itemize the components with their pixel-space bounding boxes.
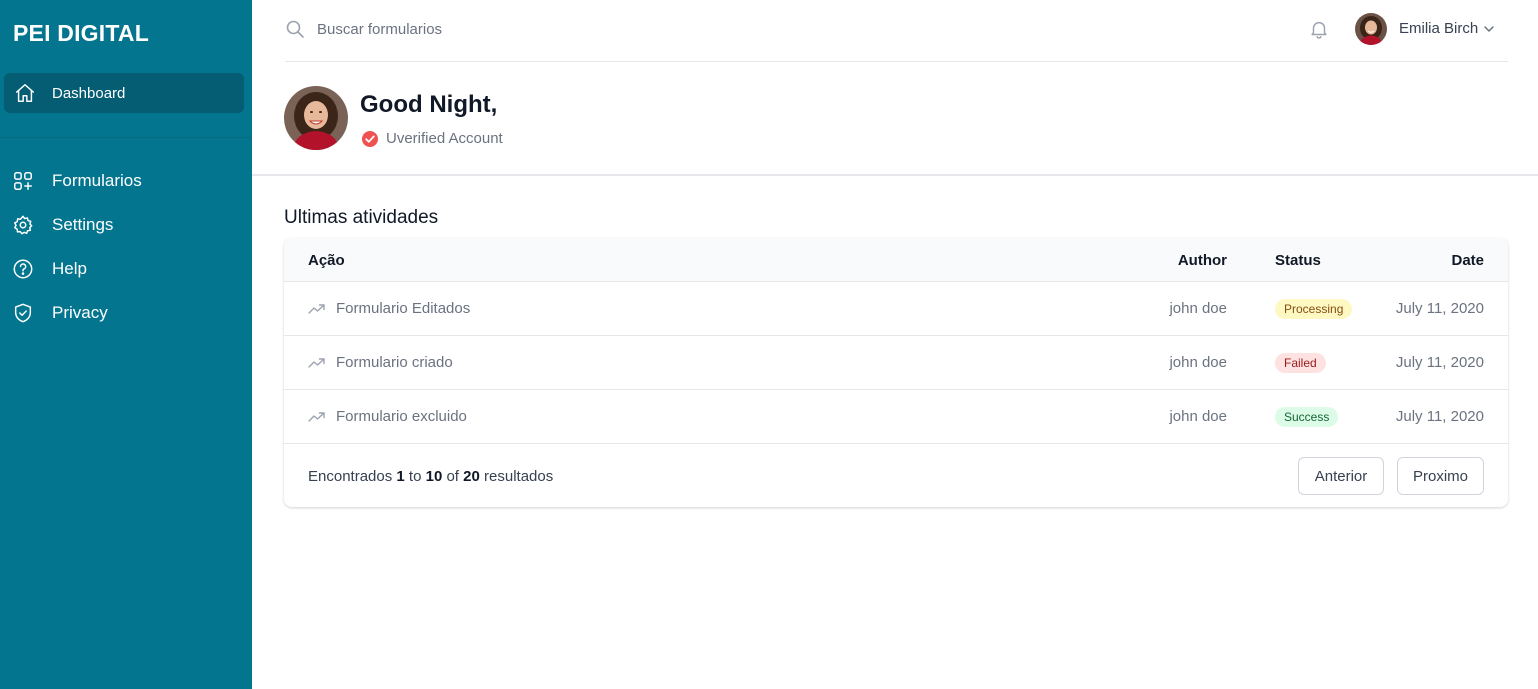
sidebar-item-help[interactable]: Help: [0, 251, 252, 287]
sidebar-item-label: Privacy: [52, 303, 108, 322]
table-header: Ação Author Status Date: [284, 238, 1508, 282]
row-author: john doe: [1169, 408, 1227, 425]
greeting-title: Good Night,: [360, 91, 498, 118]
verification-status: Uverified Account: [386, 130, 503, 147]
row-date: July 11, 2020: [1395, 354, 1484, 371]
previous-page-button[interactable]: Anterior: [1298, 457, 1384, 495]
row-date: July 11, 2020: [1395, 408, 1484, 425]
row-action: Formulario criado: [336, 354, 453, 371]
table-row[interactable]: Formulario Editados john doe Processing …: [284, 282, 1508, 336]
check-circle-icon: [361, 130, 379, 148]
column-header-action: Ação: [308, 252, 345, 269]
row-action: Formulario Editados: [336, 300, 471, 317]
sidebar: PEI DIGITAL Dashboard Formularios Settin…: [0, 0, 252, 689]
sidebar-item-dashboard[interactable]: Dashboard: [4, 73, 244, 113]
topbar-divider: [285, 61, 1508, 62]
sidebar-item-settings[interactable]: Settings: [0, 207, 252, 243]
bell-icon[interactable]: [1308, 18, 1330, 40]
sidebar-item-formularios[interactable]: Formularios: [0, 163, 252, 199]
search-input[interactable]: [317, 17, 617, 41]
column-header-status: Status: [1275, 252, 1321, 269]
table-row[interactable]: Formulario excluido john doe Success Jul…: [284, 390, 1508, 444]
section-title: Ultimas atividades: [284, 207, 439, 228]
status-badge: Failed: [1275, 353, 1326, 373]
header-divider: [252, 174, 1538, 176]
column-header-date: Date: [1451, 252, 1484, 269]
grid-add-icon: [12, 170, 34, 192]
search-icon: [285, 19, 305, 39]
shield-check-icon: [12, 302, 34, 324]
sidebar-item-label: Settings: [52, 215, 114, 234]
sidebar-item-label: Dashboard: [52, 85, 126, 102]
row-date: July 11, 2020: [1395, 300, 1484, 317]
column-header-author: Author: [1177, 252, 1227, 269]
table-row[interactable]: Formulario criado john doe Failed July 1…: [284, 336, 1508, 390]
brand-logo: PEI DIGITAL: [13, 20, 149, 46]
row-author: john doe: [1169, 300, 1227, 317]
next-page-button[interactable]: Proximo: [1397, 457, 1484, 495]
avatar[interactable]: [1355, 13, 1387, 45]
trending-up-icon: [308, 410, 326, 424]
sidebar-item-label: Formularios: [52, 171, 142, 190]
home-icon: [14, 82, 36, 104]
gear-icon: [12, 214, 34, 236]
trending-up-icon: [308, 356, 326, 370]
row-action: Formulario excluido: [336, 408, 467, 425]
pagination-summary: Encontrados 1 to 10 of 20 resultados: [308, 468, 554, 485]
row-author: john doe: [1169, 354, 1227, 371]
chevron-down-icon[interactable]: [1482, 22, 1496, 36]
profile-avatar: [284, 86, 348, 150]
question-circle-icon: [12, 258, 34, 280]
status-badge: Processing: [1275, 299, 1353, 319]
trending-up-icon: [308, 302, 326, 316]
activity-table: Ação Author Status Date Formulario Edita…: [284, 238, 1508, 507]
sidebar-item-label: Help: [52, 259, 87, 278]
sidebar-item-privacy[interactable]: Privacy: [0, 295, 252, 331]
status-badge: Success: [1275, 407, 1339, 427]
user-name[interactable]: Emilia Birch: [1399, 20, 1478, 37]
sidebar-divider: [0, 137, 252, 138]
